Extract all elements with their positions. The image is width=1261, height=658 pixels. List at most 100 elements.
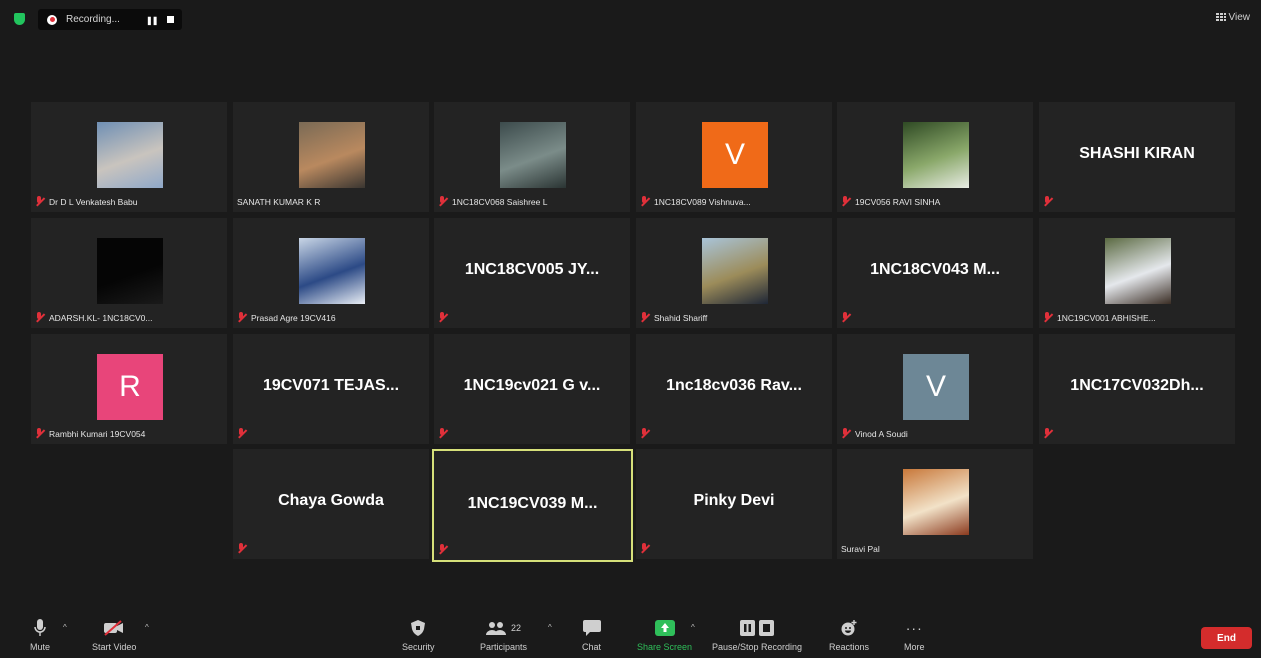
participant-name-text: Prasad Agre 19CV416 — [251, 312, 336, 323]
share-screen-button[interactable]: Share Screen — [637, 618, 692, 652]
muted-microphone-icon — [237, 428, 246, 439]
participant-name-text: 1NC19CV001 ABHISHE... — [1057, 312, 1156, 323]
participant-display-name: 1NC17CV032Dh... — [1070, 377, 1204, 394]
participant-tile[interactable]: 1NC19CV039 M... — [432, 449, 633, 562]
participant-name-text: Suravi Pal — [841, 543, 880, 554]
mute-button[interactable]: Mute — [30, 618, 50, 652]
participant-tile[interactable]: 1NC18CV068 Saishree L — [434, 102, 630, 212]
pause-stop-recording-button[interactable]: Pause/Stop Recording — [712, 618, 802, 652]
participant-display-name: 1NC18CV005 JY... — [464, 261, 600, 278]
participants-label: Participants — [480, 642, 528, 652]
participant-tile[interactable]: Suravi Pal — [837, 449, 1033, 559]
participant-photo — [97, 238, 163, 304]
recording-dot-icon — [47, 14, 57, 25]
participant-tile[interactable]: 1NC18CV043 M... — [837, 218, 1033, 328]
muted-microphone-icon — [640, 312, 649, 323]
muted-microphone-icon — [1043, 312, 1052, 323]
participant-tile[interactable]: SHASHI KIRAN — [1039, 102, 1235, 212]
end-meeting-button[interactable]: End — [1201, 627, 1252, 649]
participant-display-name: Pinky Devi — [693, 492, 775, 509]
muted-microphone-icon — [438, 428, 447, 439]
participant-name-label — [1043, 427, 1057, 440]
participant-tile[interactable]: 1NC19CV001 ABHISHE... — [1039, 218, 1235, 328]
participant-tile[interactable]: Chaya Gowda — [233, 449, 429, 559]
chat-bubble-icon — [582, 618, 601, 638]
participant-name-label: Prasad Agre 19CV416 — [237, 311, 336, 324]
participant-tile[interactable]: SANATH KUMAR K R — [233, 102, 429, 212]
muted-microphone-icon — [1043, 428, 1052, 439]
participant-display-name: Chaya Gowda — [278, 492, 384, 509]
participant-display-name: 1NC18CV043 M... — [870, 261, 1000, 278]
stop-recording-icon[interactable] — [167, 16, 174, 23]
participant-tile[interactable]: 19CV071 TEJAS... — [233, 334, 429, 444]
participant-name-label — [438, 311, 452, 324]
participant-tile[interactable]: Prasad Agre 19CV416 — [233, 218, 429, 328]
participant-tile[interactable]: 1nc18cv036 Rav... — [636, 334, 832, 444]
muted-microphone-icon — [237, 312, 246, 323]
muted-microphone-icon — [438, 312, 447, 323]
participants-options-caret-icon[interactable]: ^ — [548, 623, 552, 632]
microphone-icon — [34, 618, 46, 638]
share-options-caret-icon[interactable]: ^ — [691, 623, 695, 632]
audio-options-caret-icon[interactable]: ^ — [63, 623, 67, 632]
reactions-label: Reactions — [829, 642, 870, 652]
muted-microphone-icon — [438, 196, 447, 207]
chat-label: Chat — [582, 642, 602, 652]
participant-name-label — [438, 427, 452, 440]
participants-button[interactable]: 22 Participants — [480, 618, 527, 652]
participant-avatar-letter: V — [903, 354, 969, 420]
participant-name-label: 1NC19CV001 ABHISHE... — [1043, 311, 1156, 324]
participant-name-label: Vinod A Soudi — [841, 427, 908, 440]
participant-photo — [903, 122, 969, 188]
participant-tile[interactable]: 1NC18CV005 JY... — [434, 218, 630, 328]
start-video-label: Start Video — [92, 642, 137, 652]
chat-button[interactable]: Chat — [582, 618, 601, 652]
participant-photo — [500, 122, 566, 188]
participant-tile[interactable]: 1NC17CV032Dh... — [1039, 334, 1235, 444]
recording-label: Recording... — [66, 14, 120, 25]
security-shield-icon — [411, 618, 426, 638]
recording-indicator: Recording... ❚❚ — [38, 9, 182, 30]
start-video-button[interactable]: Start Video — [92, 618, 136, 652]
participant-tile[interactable]: 19CV056 RAVI SINHA — [837, 102, 1033, 212]
participant-name-text: Rambhi Kumari 19CV054 — [49, 428, 146, 439]
participant-tile[interactable]: Dr D L Venkatesh Babu — [31, 102, 227, 212]
participant-tile[interactable]: Shahid Shariff — [636, 218, 832, 328]
security-shield-icon[interactable] — [14, 13, 25, 25]
pause-recording-icon[interactable]: ❚❚ — [146, 16, 158, 25]
pause-stop-icon — [740, 618, 775, 638]
participant-name-label — [438, 543, 452, 556]
participant-name-label: 19CV056 RAVI SINHA — [841, 195, 940, 208]
participant-tile[interactable]: V Vinod A Soudi — [837, 334, 1033, 444]
muted-microphone-icon — [841, 196, 850, 207]
muted-microphone-icon — [35, 196, 44, 207]
participant-name-label — [237, 542, 251, 555]
participant-name-text: Dr D L Venkatesh Babu — [49, 196, 138, 207]
meeting-toolbar: Mute ^ Start Video ^ Security 22 Partici… — [0, 610, 1261, 658]
reactions-button[interactable]: Reactions — [829, 618, 869, 652]
participant-tile[interactable]: ADARSH.KL- 1NC18CV0... — [31, 218, 227, 328]
share-screen-label: Share Screen — [637, 642, 693, 652]
participant-tile[interactable]: Pinky Devi — [636, 449, 832, 559]
more-button[interactable]: ··· More — [904, 618, 925, 652]
participant-tile[interactable]: 1NC19cv021 G v... — [434, 334, 630, 444]
participant-tile[interactable]: V 1NC18CV089 Vishnuva... — [636, 102, 832, 212]
participant-avatar-letter: V — [702, 122, 768, 188]
participant-name-label: Shahid Shariff — [640, 311, 707, 324]
muted-microphone-icon — [237, 543, 246, 554]
video-off-icon — [103, 618, 125, 638]
video-options-caret-icon[interactable]: ^ — [145, 623, 149, 632]
participant-name-label: 1NC18CV089 Vishnuva... — [640, 195, 751, 208]
participant-name-label: SANATH KUMAR K R — [237, 195, 320, 208]
participant-name-text: Shahid Shariff — [654, 312, 708, 323]
muted-microphone-icon — [640, 428, 649, 439]
mute-label: Mute — [30, 642, 51, 652]
participant-photo — [702, 238, 768, 304]
participant-tile[interactable]: R Rambhi Kumari 19CV054 — [31, 334, 227, 444]
participant-name-text: ADARSH.KL- 1NC18CV0... — [49, 312, 153, 323]
view-button[interactable]: View — [1215, 12, 1250, 23]
participant-avatar-letter: R — [97, 354, 163, 420]
security-button[interactable]: Security — [402, 618, 435, 652]
participant-name-label: Dr D L Venkatesh Babu — [35, 195, 138, 208]
participant-photo — [1105, 238, 1171, 304]
